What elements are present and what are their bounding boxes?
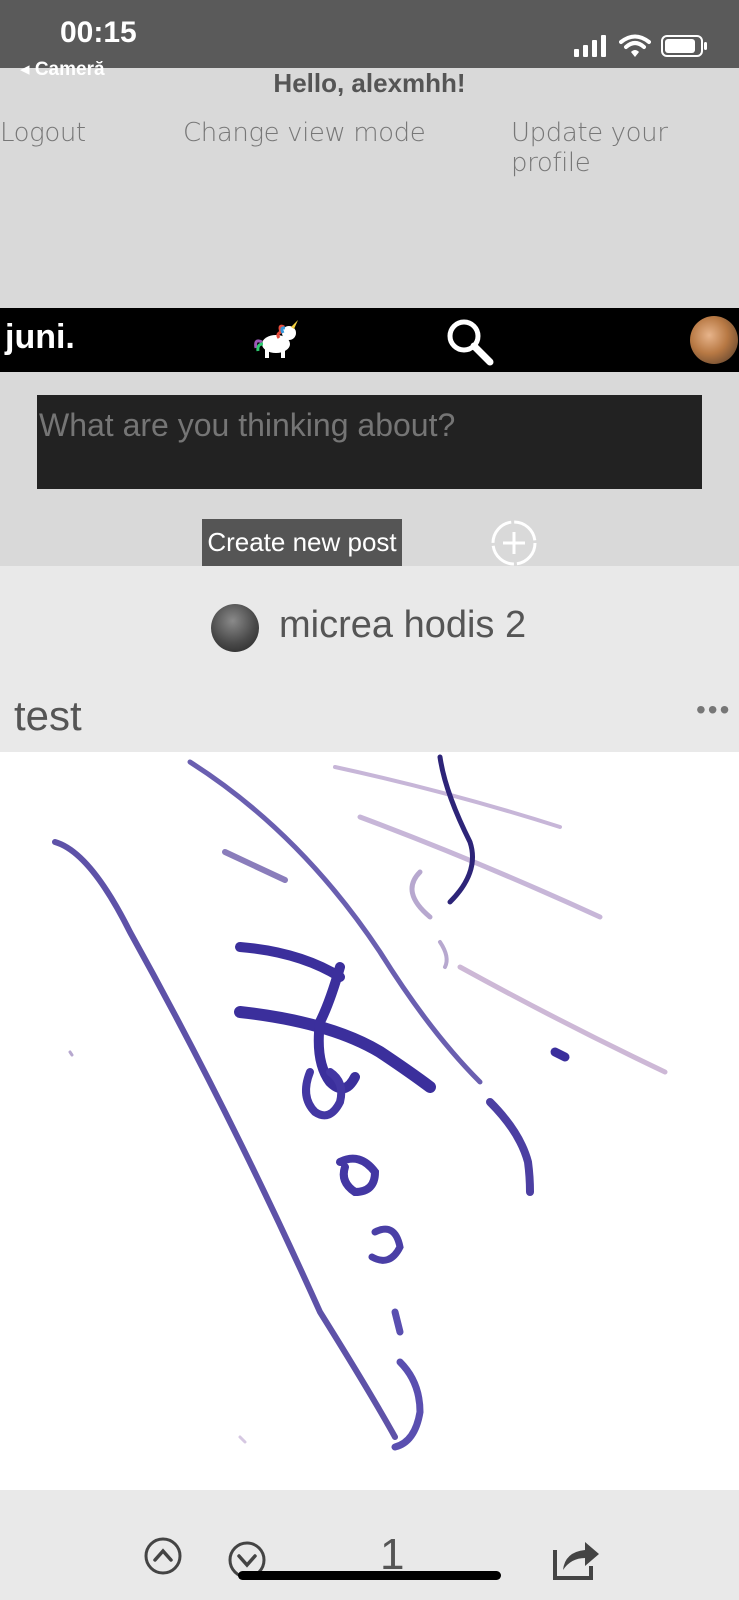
signal-icon	[574, 35, 607, 57]
upvote-icon[interactable]	[143, 1536, 183, 1576]
logout-link[interactable]: Logout	[0, 118, 86, 148]
unicorn-icon[interactable]	[254, 320, 302, 360]
app-bar: juni.	[0, 308, 739, 372]
share-icon[interactable]	[551, 1534, 601, 1580]
status-time: 00:15	[60, 16, 137, 49]
wifi-icon	[618, 34, 651, 57]
post-menu-button[interactable]: •••	[696, 694, 731, 726]
post-title: test	[14, 692, 82, 739]
signature-image	[52, 754, 668, 1451]
post-header: micrea hodis 2 test •••	[0, 566, 739, 752]
author-avatar[interactable]	[211, 604, 259, 652]
home-indicator	[238, 1571, 501, 1580]
status-bar: 00:15 ◂ Cameră	[0, 0, 739, 80]
update-profile-link[interactable]: Update your profile	[511, 118, 739, 178]
change-view-mode-link[interactable]: Change view mode	[183, 118, 426, 148]
status-icons	[574, 34, 709, 60]
post-image[interactable]	[0, 752, 739, 1490]
search-icon[interactable]	[444, 316, 496, 368]
post-composer-input[interactable]	[37, 395, 702, 489]
add-media-icon[interactable]	[489, 518, 539, 568]
create-post-button[interactable]: Create new post	[202, 519, 402, 566]
brand-logo[interactable]: juni.	[5, 318, 75, 357]
user-avatar[interactable]	[690, 316, 738, 364]
post-footer: 1	[0, 1490, 739, 1600]
battery-icon	[661, 35, 707, 57]
author-name[interactable]: micrea hodis 2	[279, 604, 526, 647]
top-nav: Logout Change view mode Update your prof…	[0, 118, 739, 178]
greeting: Hello, alexmhh!	[273, 68, 466, 98]
